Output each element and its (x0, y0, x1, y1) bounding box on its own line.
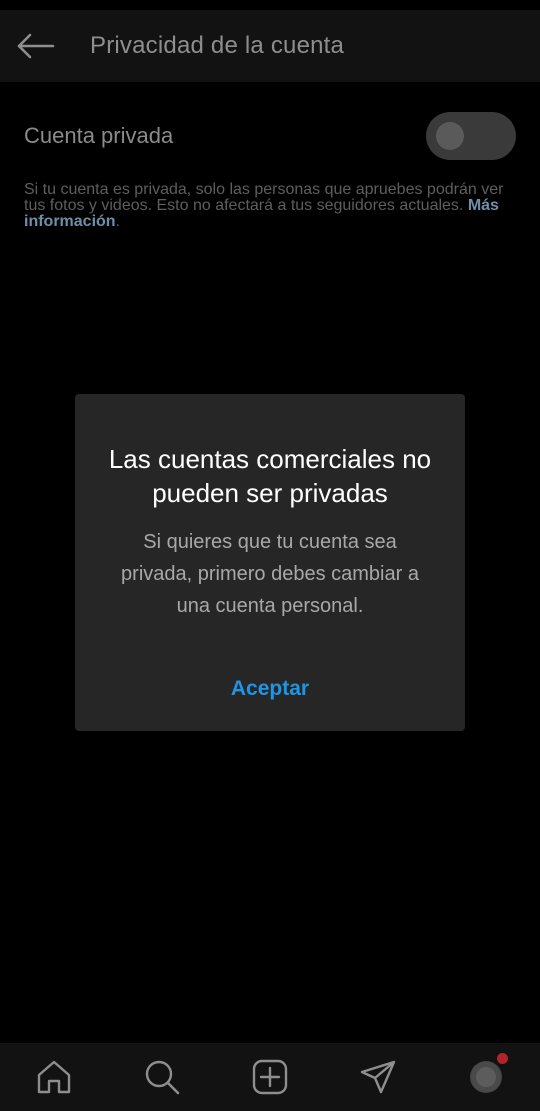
avatar-wrapper (470, 1053, 508, 1093)
notification-dot (497, 1053, 508, 1064)
page-title: Privacidad de la cuenta (90, 32, 345, 59)
profile-avatar (470, 1061, 502, 1093)
back-button[interactable] (0, 10, 70, 82)
toggle-knob (436, 122, 464, 150)
nav-direct[interactable] (348, 1047, 408, 1107)
top-app-bar: Privacidad de la cuenta (0, 10, 540, 82)
private-account-toggle[interactable] (426, 112, 516, 160)
private-account-row: Cuenta privada (24, 110, 516, 162)
private-account-label: Cuenta privada (24, 123, 174, 148)
search-icon (145, 1060, 180, 1095)
accept-button[interactable]: Aceptar (75, 666, 465, 712)
business-account-dialog: Las cuentas comerciales no pueden ser pr… (75, 394, 465, 731)
nav-new-post[interactable] (240, 1047, 300, 1107)
nav-home[interactable] (24, 1047, 84, 1107)
dialog-title: Las cuentas comerciales no pueden ser pr… (108, 444, 432, 508)
bottom-navigation (0, 1043, 540, 1111)
description-text: Si tu cuenta es privada, solo las person… (24, 181, 504, 214)
private-account-description: Si tu cuenta es privada, solo las person… (24, 182, 504, 230)
direct-message-icon (360, 1060, 396, 1094)
new-post-icon (252, 1059, 288, 1095)
dialog-message: Si quieres que tu cuenta sea privada, pr… (121, 531, 419, 617)
nav-profile[interactable] (456, 1047, 516, 1107)
arrow-left-icon (17, 33, 55, 59)
description-trailing: . (115, 213, 121, 230)
home-icon (37, 1060, 71, 1094)
nav-search[interactable] (132, 1047, 192, 1107)
avatar-image-icon (471, 1062, 501, 1092)
screen: Privacidad de la cuenta Cuenta privada S… (0, 0, 540, 1111)
